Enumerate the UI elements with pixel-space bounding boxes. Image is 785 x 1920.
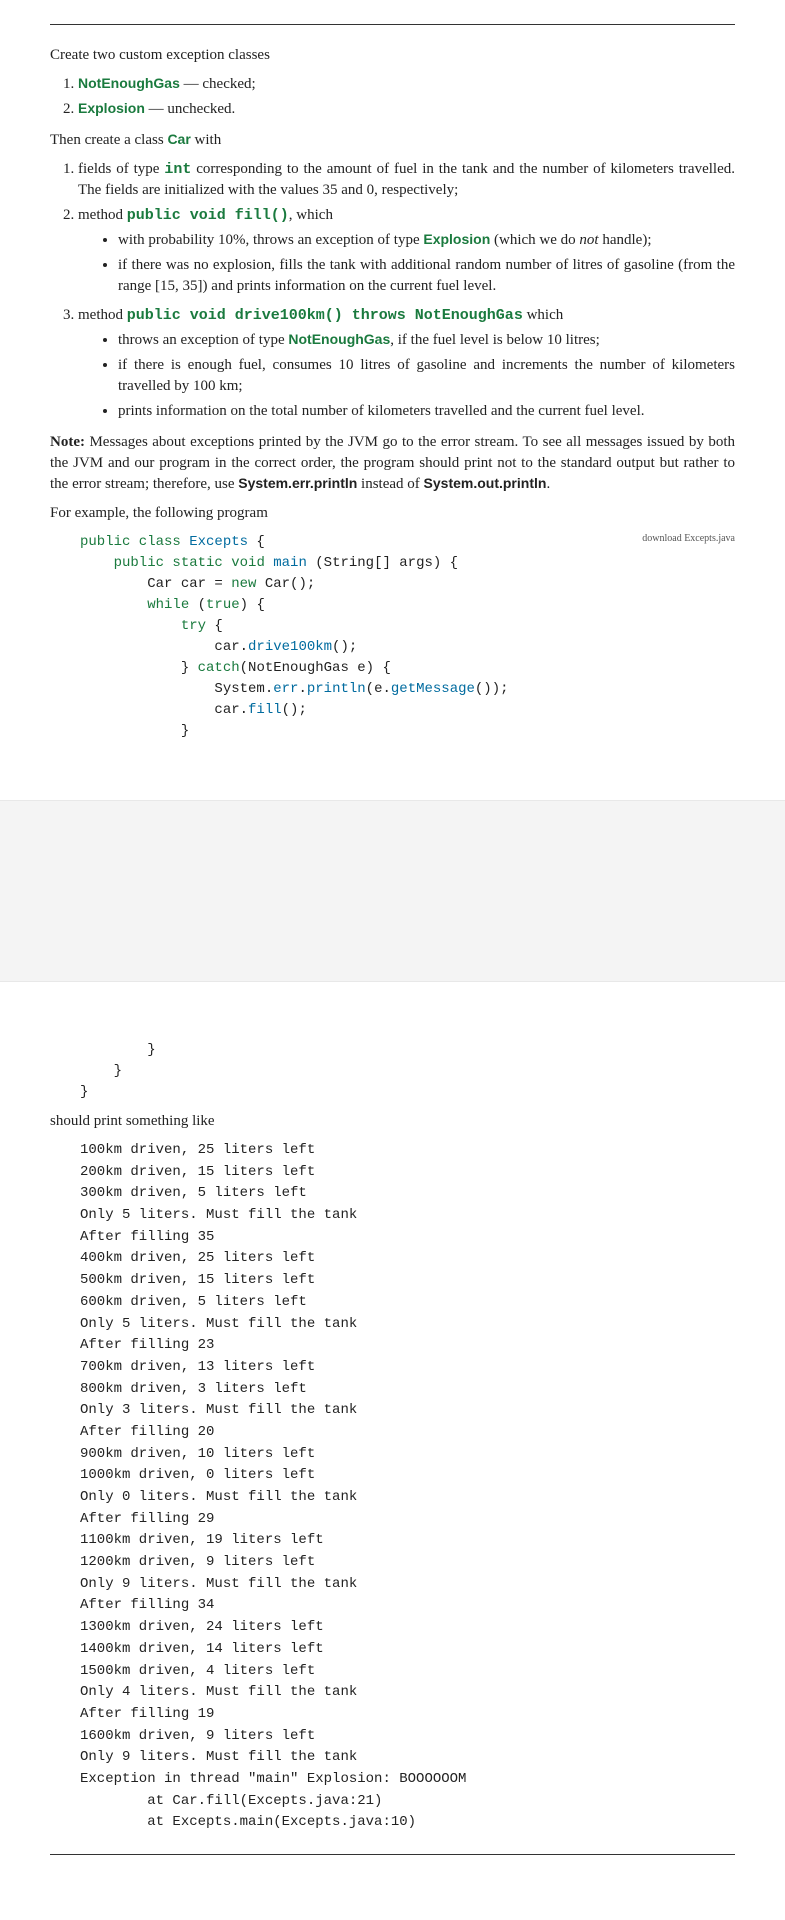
t: ());: [475, 681, 509, 697]
kw: new: [231, 576, 256, 592]
code-listing: download Excepts.java public class Excep…: [50, 532, 735, 742]
fn: err: [273, 681, 298, 697]
fn: fill: [248, 702, 282, 718]
emphasis: not: [579, 232, 598, 248]
t: }: [80, 660, 198, 676]
t: Car car =: [80, 576, 231, 592]
t: (NotEnoughGas e) {: [240, 660, 391, 676]
t: ) {: [240, 597, 265, 613]
t: car.: [80, 639, 248, 655]
text: , if the fuel level is below 10 litres;: [390, 332, 600, 348]
text: with: [191, 132, 221, 148]
kw: true: [206, 597, 240, 613]
bottom-rule: [50, 1854, 735, 1855]
classname: Excepts: [189, 534, 248, 550]
exception-list: NotEnoughGas — checked; Explosion — unch…: [50, 74, 735, 120]
text: method: [78, 207, 127, 223]
type-keyword: int: [164, 161, 191, 178]
kw: public static: [80, 555, 231, 571]
t: }: [80, 1042, 156, 1058]
then-text: Then create a class Car with: [50, 130, 735, 151]
output-block: 100km driven, 25 liters left 200km drive…: [80, 1140, 735, 1834]
text: , which: [289, 207, 333, 223]
list-item: method public void fill(), which with pr…: [78, 205, 735, 297]
text: Then create a class: [50, 132, 167, 148]
for-example-text: For example, the following program: [50, 503, 735, 524]
drive-bullets: throws an exception of type NotEnoughGas…: [78, 330, 735, 422]
t: (e.: [366, 681, 391, 697]
code-inline: System.out.println: [424, 475, 547, 491]
code-block-bottom: } } }: [80, 1040, 735, 1103]
text: .: [546, 476, 550, 492]
t: .: [298, 681, 306, 697]
top-rule: [50, 24, 735, 25]
t: {: [206, 618, 223, 634]
t: ();: [332, 639, 357, 655]
t: }: [80, 1084, 88, 1100]
text: method: [78, 307, 127, 323]
list-item: NotEnoughGas — checked;: [78, 74, 735, 95]
text: which: [523, 307, 563, 323]
list-item: prints information on the total number o…: [118, 401, 735, 422]
fn: drive100km: [248, 639, 332, 655]
list-item: if there is enough fuel, consumes 10 lit…: [118, 355, 735, 397]
kw: try: [80, 618, 206, 634]
list-item: Explosion — unchecked.: [78, 99, 735, 120]
t: car.: [80, 702, 248, 718]
text: throws an exception of type: [118, 332, 288, 348]
code-block-top: public class Excepts { public static voi…: [80, 532, 735, 742]
car-spec-list: fields of type int corresponding to the …: [50, 159, 735, 422]
kw: public class: [80, 534, 189, 550]
list-item: fields of type int corresponding to the …: [78, 159, 735, 201]
download-link[interactable]: download Excepts.java: [642, 532, 735, 546]
fill-bullets: with probability 10%, throws an exceptio…: [78, 230, 735, 297]
text: with probability 10%, throws an exceptio…: [118, 232, 423, 248]
kw: catch: [198, 660, 240, 676]
text: fields of type: [78, 161, 164, 177]
method-sig: public void fill(): [127, 207, 289, 224]
list-item: throws an exception of type NotEnoughGas…: [118, 330, 735, 351]
text: — checked;: [180, 76, 256, 92]
method-sig: public void drive100km() throws NotEnoug…: [127, 307, 523, 324]
document-page: Create two custom exception classes NotE…: [0, 0, 785, 770]
text: (which we do: [490, 232, 579, 248]
code-inline: System.err.println: [238, 475, 357, 491]
t: System.: [80, 681, 273, 697]
t: {: [248, 534, 265, 550]
list-item: with probability 10%, throws an exceptio…: [118, 230, 735, 251]
t: ();: [282, 702, 307, 718]
t: }: [80, 1063, 122, 1079]
t: (: [189, 597, 206, 613]
text: handle);: [599, 232, 652, 248]
class-name: Explosion: [78, 100, 145, 116]
kw: void: [231, 555, 265, 571]
class-name: NotEnoughGas: [78, 75, 180, 91]
note-paragraph: Note: Messages about exceptions printed …: [50, 432, 735, 495]
class-name: Car: [167, 131, 190, 147]
list-item: method public void drive100km() throws N…: [78, 305, 735, 422]
fn: println: [307, 681, 366, 697]
list-item: if there was no explosion, fills the tan…: [118, 255, 735, 297]
intro-text: Create two custom exception classes: [50, 45, 735, 66]
class-name: Explosion: [423, 231, 490, 247]
fn: main: [265, 555, 307, 571]
t: Car();: [256, 576, 315, 592]
text: instead of: [357, 476, 423, 492]
t: }: [80, 723, 189, 739]
fn: getMessage: [391, 681, 475, 697]
note-label: Note:: [50, 434, 85, 450]
kw: while: [80, 597, 189, 613]
ad-gap: [0, 800, 785, 982]
t: (String[] args) {: [307, 555, 458, 571]
should-print-text: should print something like: [50, 1111, 735, 1132]
document-page-continued: } } } should print something like 100km …: [0, 1012, 785, 1879]
class-name: NotEnoughGas: [288, 331, 390, 347]
text: — unchecked.: [145, 101, 235, 117]
